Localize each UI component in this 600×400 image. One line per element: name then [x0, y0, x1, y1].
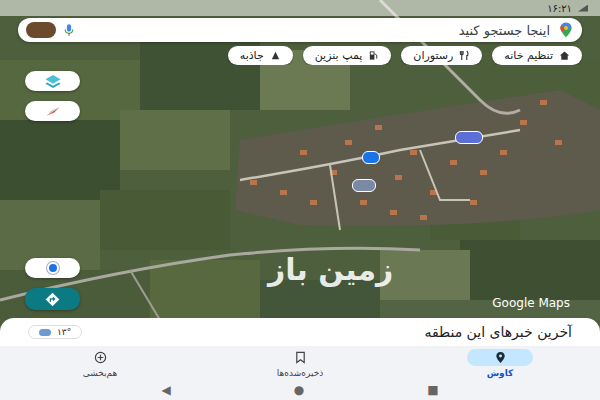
status-time: ۱۶:۲۱: [547, 3, 572, 14]
signal-icon: [578, 5, 588, 12]
landmark-pin-icon[interactable]: [352, 179, 376, 192]
bottom-nav: کاوش ذخیره‌شده‌ها هم‌بخشی: [0, 346, 600, 380]
search-placeholder: اینجا جستجو کنید: [82, 23, 550, 38]
saved-icon: [267, 349, 333, 366]
cloud-icon: [39, 329, 51, 336]
category-chip[interactable]: پمپ بنزین: [303, 46, 392, 65]
avatar-icon[interactable]: [26, 22, 56, 38]
search-bar[interactable]: اینجا جستجو کنید: [18, 18, 582, 42]
system-button[interactable]: ◀: [161, 383, 170, 397]
place-pin-icon[interactable]: [455, 131, 483, 144]
location-dot-icon: [47, 262, 59, 274]
google-maps-logo-icon: [558, 22, 574, 38]
attribution: Google Maps: [492, 296, 570, 310]
explore-icon: [467, 349, 533, 366]
maps-screen: زمین باز Google Maps ۱۶:۲۱ اینجا جستجو ک…: [0, 0, 600, 400]
temperature: ۱۳°: [57, 327, 71, 337]
shop-pin-icon[interactable]: [362, 151, 380, 164]
bottom-sheet[interactable]: آخرین خبرهای این منطقه ۱۳°: [0, 318, 600, 346]
watermark: زمین باز: [268, 252, 393, 287]
weather-chip[interactable]: ۱۳°: [28, 325, 82, 339]
layers-icon: [44, 74, 62, 89]
home-icon: [559, 50, 570, 61]
compass-icon: [44, 105, 62, 118]
my-location-button[interactable]: [25, 258, 80, 278]
compass-button[interactable]: [25, 101, 80, 121]
system-button[interactable]: ■: [427, 383, 438, 397]
mic-icon[interactable]: [64, 23, 74, 37]
system-button[interactable]: ●: [294, 383, 304, 397]
status-bar: ۱۶:۲۱: [0, 0, 600, 16]
food-icon: [459, 50, 470, 61]
attraction-icon: [270, 50, 281, 61]
sheet-title: آخرین خبرهای این منطقه: [424, 324, 572, 340]
contribute-icon: [67, 349, 133, 366]
category-chip[interactable]: رستوران: [401, 46, 482, 65]
directions-icon: [45, 292, 60, 307]
nav-item[interactable]: ذخیره‌شده‌ها: [230, 349, 370, 378]
category-chips: تنظیم خانه رستوران پمپ بنزین جاذبه: [0, 42, 600, 65]
system-nav: ◀ ● ■: [0, 380, 600, 400]
layers-button[interactable]: [25, 71, 80, 91]
directions-button[interactable]: [25, 288, 80, 310]
category-chip[interactable]: جاذبه: [228, 46, 293, 65]
nav-item[interactable]: کاوش: [430, 349, 570, 378]
category-chip[interactable]: تنظیم خانه: [492, 46, 582, 65]
nav-item[interactable]: هم‌بخشی: [30, 349, 170, 378]
fuel-icon: [368, 50, 379, 61]
